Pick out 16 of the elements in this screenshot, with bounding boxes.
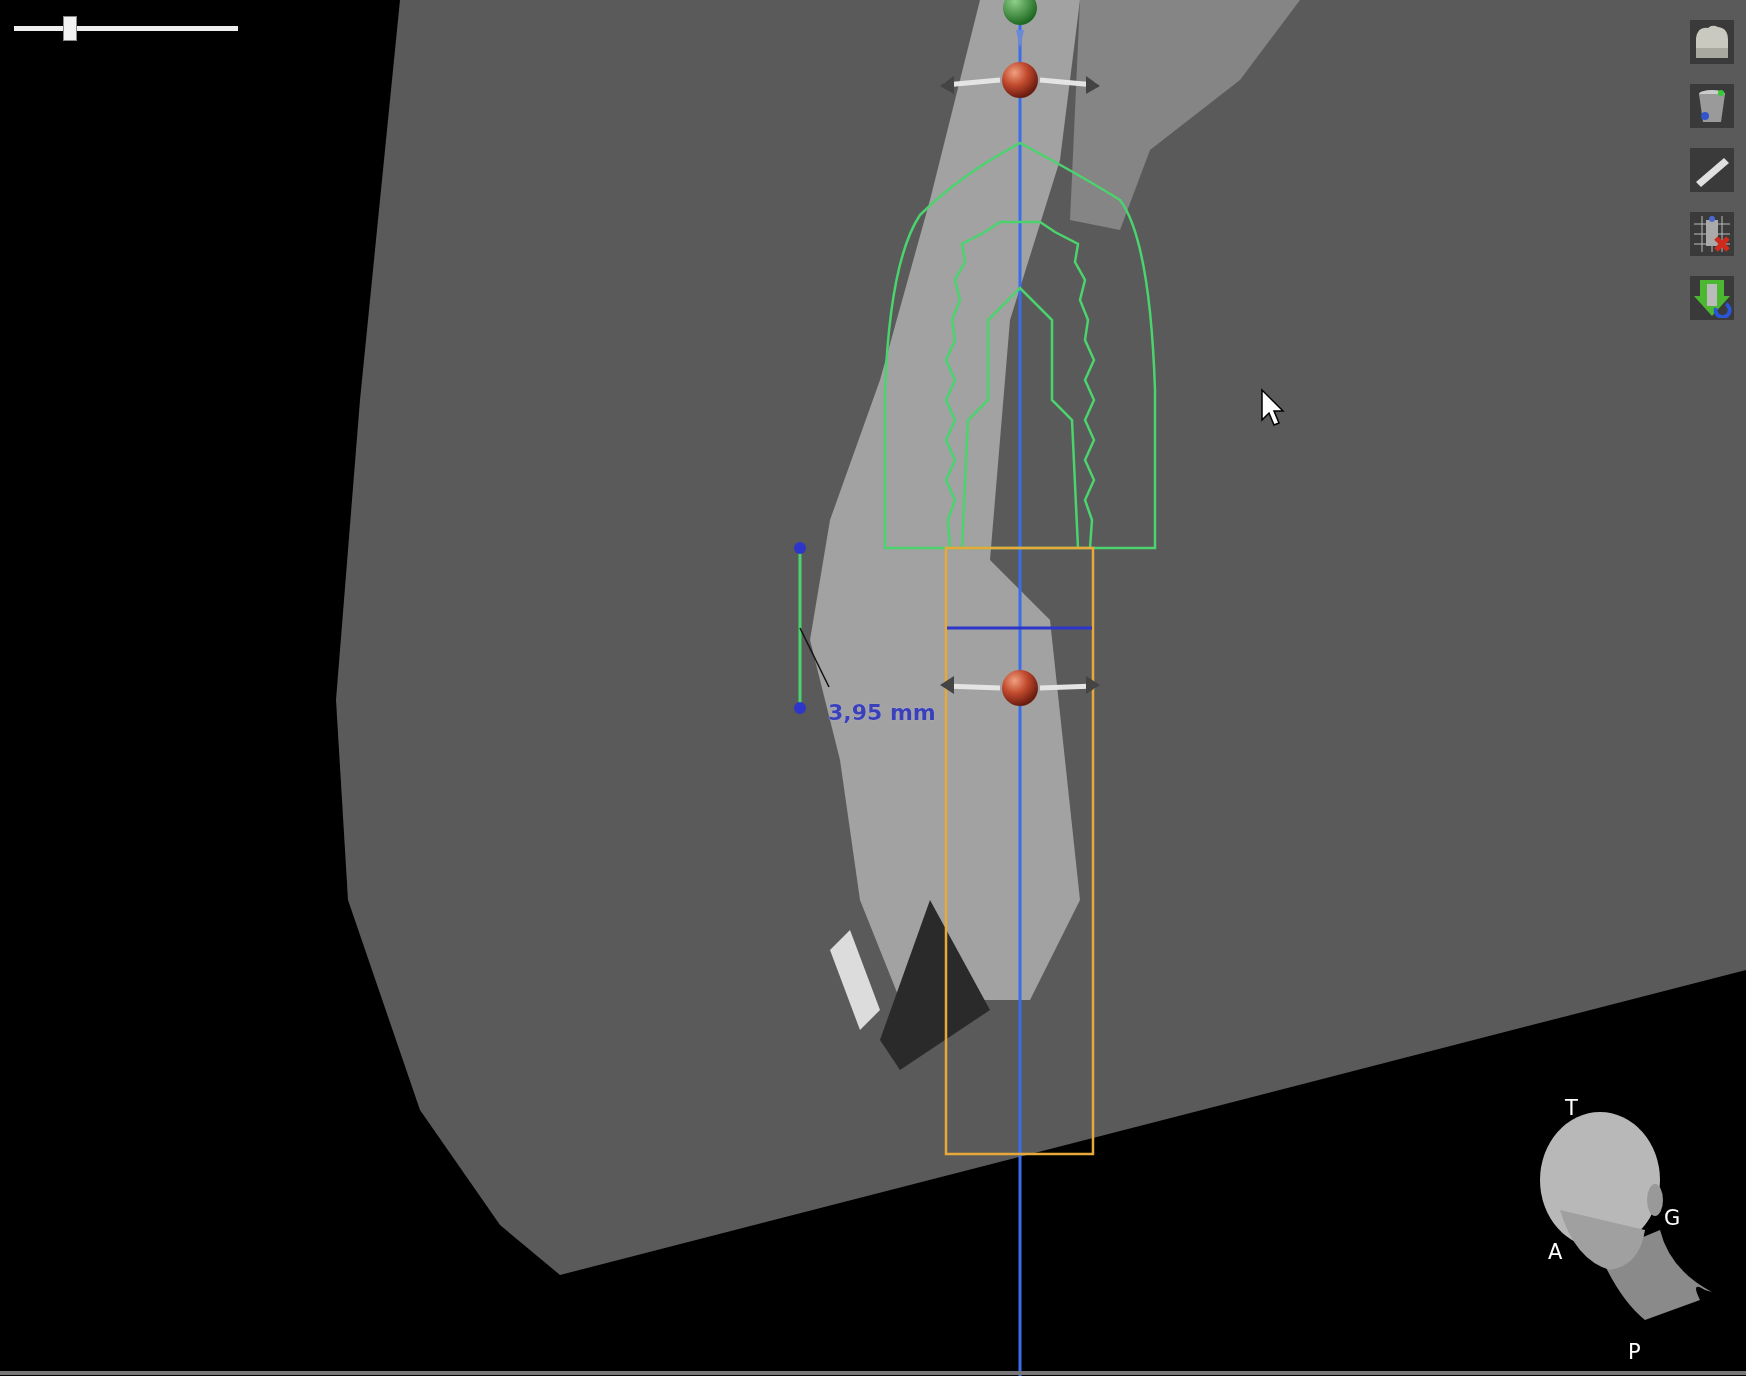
leader-line	[799, 627, 830, 688]
rotate-handle[interactable]	[940, 670, 1100, 706]
orientation-label: G	[1664, 1206, 1681, 1230]
trash-icon[interactable]	[1690, 84, 1734, 128]
measurement-line[interactable]	[794, 542, 806, 714]
slider-thumb[interactable]	[63, 16, 77, 41]
orientation-label: P	[1628, 1340, 1641, 1364]
ruler-icon[interactable]	[1690, 148, 1734, 192]
screw-cross-icon[interactable]	[1690, 212, 1734, 256]
orientation-label: A	[1548, 1240, 1563, 1264]
measurement-label: 3,95 mm	[828, 700, 936, 725]
top-handle[interactable]	[1003, 0, 1037, 25]
cursor-icon	[1261, 388, 1285, 426]
rotate-handle[interactable]	[940, 30, 1100, 98]
orientation-label: T	[1565, 1096, 1578, 1120]
tooth-icon[interactable]	[1690, 20, 1734, 64]
